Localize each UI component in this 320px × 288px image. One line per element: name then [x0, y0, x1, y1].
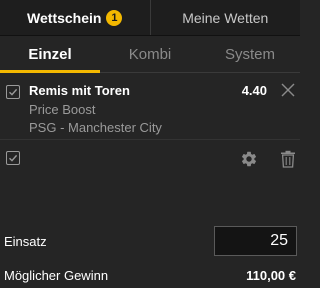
stake-label: Einsatz	[4, 234, 47, 249]
tab-kombi[interactable]: Kombi	[100, 36, 200, 72]
potential-winnings-label: Möglicher Gewinn	[4, 268, 109, 283]
checkmark-icon	[9, 88, 18, 96]
bet-selection: Remis mit Toren Price Boost PSG - Manche…	[0, 74, 300, 140]
tab-system[interactable]: System	[200, 36, 300, 72]
selection-actions	[0, 140, 300, 178]
selection-title: Remis mit Toren	[29, 83, 130, 98]
bet-type-tabs: Einzel Kombi System	[0, 36, 300, 73]
selection-odds: 4.40	[241, 83, 267, 98]
checkmark-icon	[9, 154, 18, 162]
tab-wettschein-label: Wettschein	[27, 9, 102, 26]
betslip-header-tabs: Wettschein 1 Meine Wetten	[0, 0, 300, 36]
stake-row: Einsatz	[0, 226, 300, 258]
selection-market: Price Boost	[29, 102, 96, 117]
select-all-checkbox[interactable]	[6, 151, 20, 165]
selection-checkbox[interactable]	[6, 85, 20, 99]
bet-count-badge: 1	[106, 9, 123, 26]
close-icon[interactable]	[280, 82, 296, 98]
potential-winnings-row: Möglicher Gewinn 110,00 €	[0, 266, 300, 286]
tab-wettschein[interactable]: Wettschein 1	[0, 0, 150, 35]
selection-event: PSG - Manchester City	[29, 120, 162, 135]
tab-meine-wetten-label: Meine Wetten	[182, 9, 269, 26]
potential-winnings-value: 110,00 €	[246, 268, 296, 283]
tab-einzel[interactable]: Einzel	[0, 36, 100, 73]
settings-icon[interactable]	[240, 150, 258, 168]
tab-meine-wetten[interactable]: Meine Wetten	[149, 0, 301, 35]
stake-input[interactable]	[214, 226, 297, 256]
trash-icon[interactable]	[280, 150, 296, 168]
